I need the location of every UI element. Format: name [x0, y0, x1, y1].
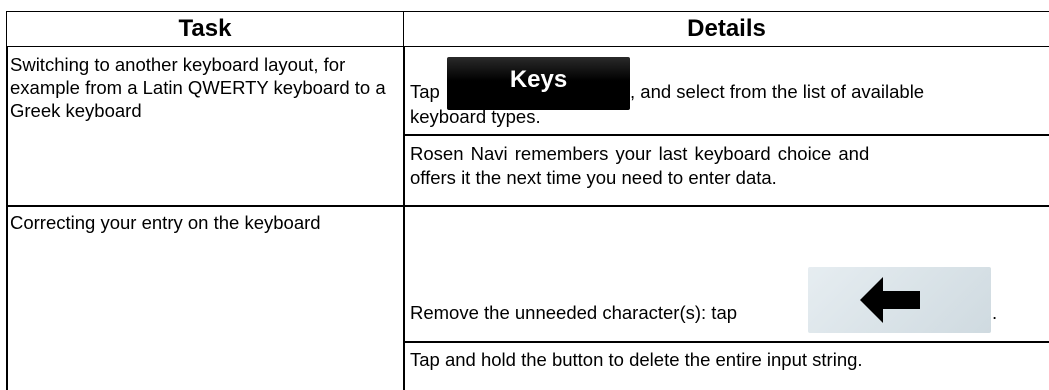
column-divider	[403, 47, 405, 390]
row2-task: Correcting your entry on the keyboard	[10, 212, 321, 233]
row1-detail2-line1: Rosen Navi remembers your last keyboard …	[410, 143, 870, 164]
row1-detail1-tap: Tap	[410, 81, 440, 102]
backspace-button[interactable]	[808, 267, 991, 333]
row1-detail2-line2: offers it the next time you need to ente…	[410, 167, 777, 188]
task-details-table: Task Details Switching to another keyboa…	[6, 11, 1049, 390]
row-divider-1	[6, 205, 1049, 207]
keys-button[interactable]: Keys	[447, 57, 630, 110]
row1-detail1-line2: keyboard types.	[410, 106, 541, 127]
row2-detail1-text: Remove the unneeded character(s): tap	[410, 302, 738, 323]
row-divider-inner-1	[403, 134, 1049, 136]
row1-detail1-after: , and select from the list of available	[630, 81, 925, 102]
row1-task: Switching to another keyboard layout, fo…	[10, 54, 386, 121]
row-divider-inner-2	[403, 341, 1049, 343]
row2-detail1-period: .	[992, 302, 998, 323]
header-task: Task	[6, 11, 404, 47]
header-details: Details	[404, 11, 1049, 47]
row2-detail2-line1: Tap and hold the button to delete the en…	[410, 349, 863, 370]
left-arrow-icon	[860, 277, 920, 323]
left-border	[6, 47, 8, 390]
